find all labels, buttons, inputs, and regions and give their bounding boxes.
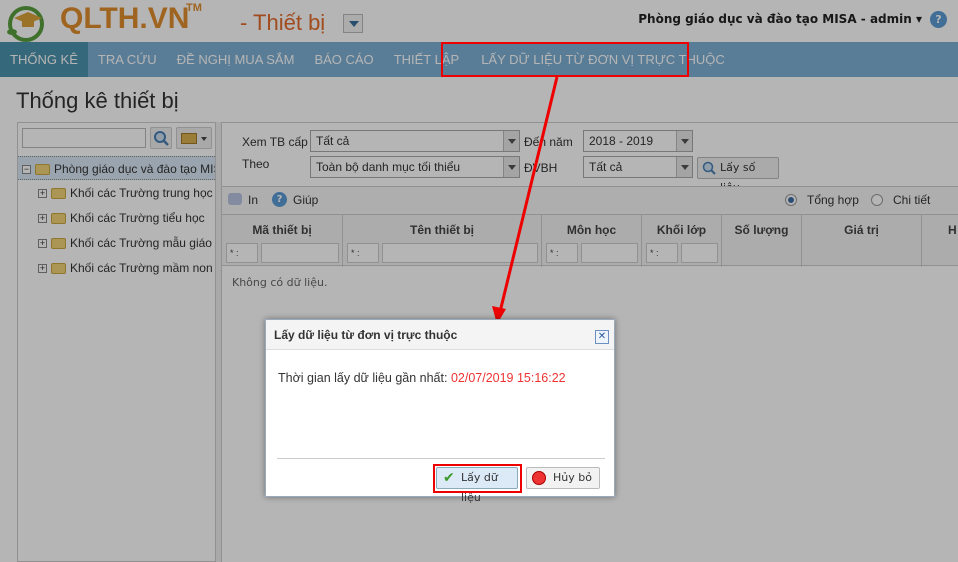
highlight-box-button	[433, 464, 522, 493]
last-fetch-time: 02/07/2019 15:16:22	[450, 371, 566, 385]
button-label: Hủy bỏ	[553, 471, 592, 484]
cancel-icon	[532, 471, 546, 485]
message-label: Thời gian lấy dữ liệu gần nhất:	[278, 371, 448, 385]
cancel-button[interactable]: Hủy bỏ	[526, 467, 600, 489]
close-icon[interactable]: ✕	[595, 330, 609, 344]
fetch-data-dialog: Lấy dữ liệu từ đơn vị trực thuộc ✕ Thời …	[265, 319, 615, 504]
divider	[277, 458, 605, 459]
dialog-title: Lấy dữ liệu từ đơn vị trực thuộc	[266, 320, 614, 350]
dialog-message: Thời gian lấy dữ liệu gần nhất: 02/07/20…	[278, 371, 566, 385]
